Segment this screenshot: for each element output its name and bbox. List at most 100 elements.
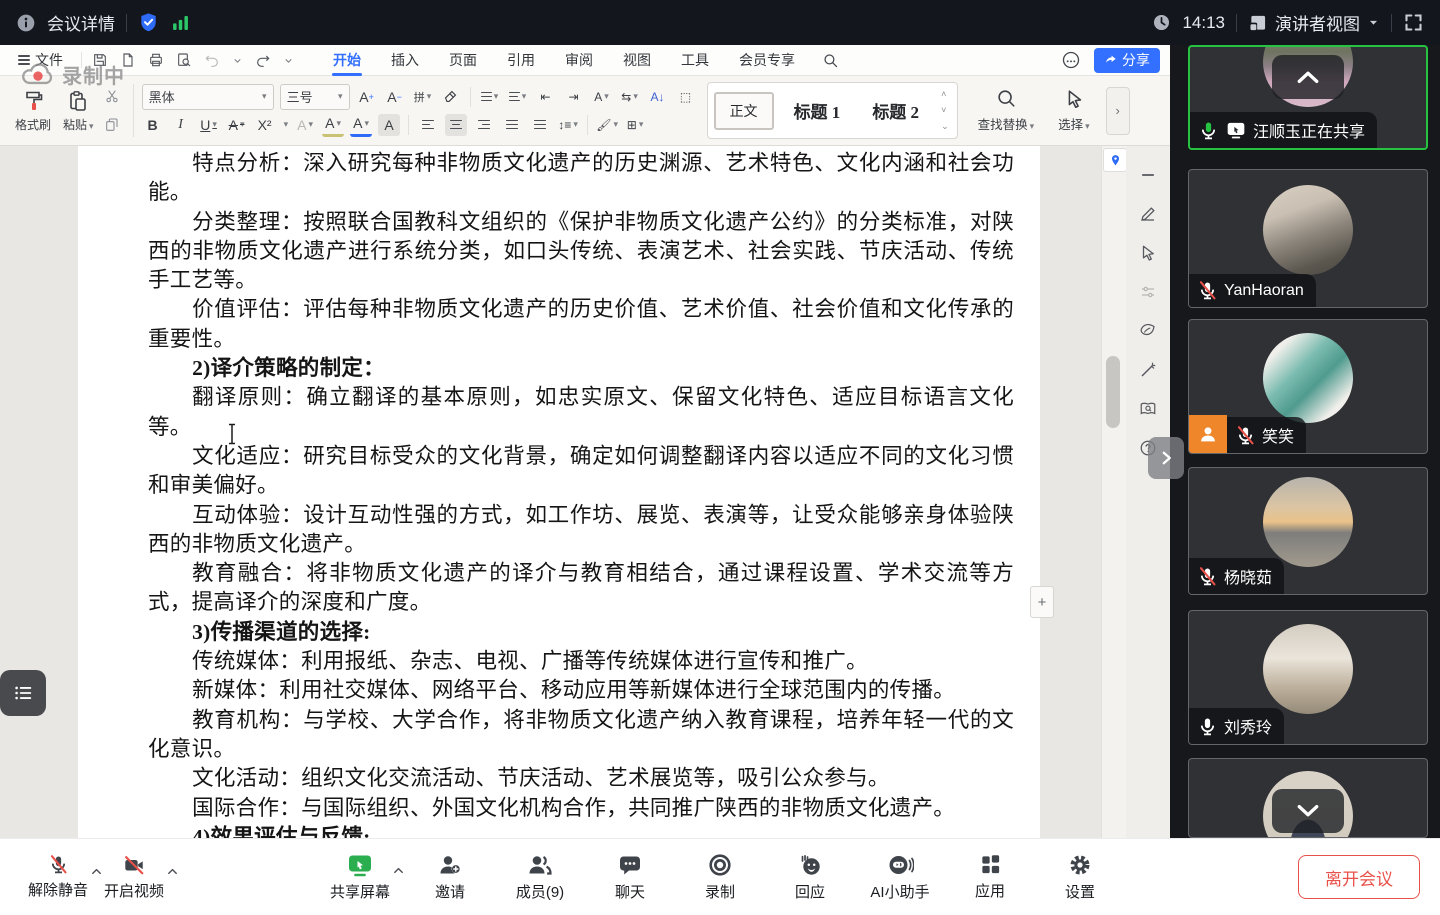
decrease-indent-button[interactable]: ⇤ xyxy=(535,86,557,108)
copy-icon[interactable] xyxy=(104,117,120,133)
toolbar-mic-muted-button[interactable]: 解除静音 xyxy=(20,854,96,900)
participant-tile-YanHaoran[interactable]: YanHaoran xyxy=(1188,169,1428,308)
ribbon-expand-button[interactable]: › xyxy=(1106,87,1130,135)
phonetic-guide-button[interactable]: 拼▾ xyxy=(412,86,434,108)
annotate-pen-icon[interactable] xyxy=(1139,205,1157,223)
minimize-icon[interactable] xyxy=(1139,166,1157,184)
shield-check-icon[interactable] xyxy=(138,12,159,33)
more-options-icon[interactable] xyxy=(1058,49,1084,71)
bullet-list-button[interactable]: ▾ xyxy=(479,86,501,108)
toolbar-invite-button[interactable]: 邀请 xyxy=(412,853,488,902)
export-icon[interactable] xyxy=(120,52,136,68)
participant-tile-杨晓茹[interactable]: 杨晓茹 xyxy=(1188,467,1428,595)
collapse-videos-button[interactable] xyxy=(1272,55,1344,99)
print-icon[interactable] xyxy=(148,52,164,68)
signal-bars-icon[interactable] xyxy=(170,12,191,33)
underline-button[interactable]: U▾ xyxy=(198,114,220,136)
highlight-button[interactable]: A▾ xyxy=(322,112,344,137)
tab-审阅[interactable]: 审阅 xyxy=(552,46,606,74)
participant-tile-刘秀玲[interactable]: 刘秀玲 xyxy=(1188,610,1428,745)
scrollbar-thumb[interactable] xyxy=(1106,356,1120,428)
caret-up-icon[interactable] xyxy=(391,863,406,878)
toolbar-members-button[interactable]: 成员(9) xyxy=(502,853,578,902)
locate-pin-button[interactable] xyxy=(1103,148,1127,172)
view-mode-selector[interactable]: 演讲者视图 xyxy=(1248,10,1380,35)
tab-引用[interactable]: 引用 xyxy=(494,46,548,74)
increase-indent-button[interactable]: ⇥ xyxy=(563,86,585,108)
align-left-button[interactable] xyxy=(417,114,439,136)
fullscreen-icon[interactable] xyxy=(1403,12,1424,33)
print-preview-icon[interactable] xyxy=(176,52,192,68)
case-change-button[interactable]: ⇆▾ xyxy=(619,86,641,108)
redo-icon[interactable] xyxy=(255,52,271,68)
scroll-videos-down-button[interactable] xyxy=(1272,789,1344,833)
shading-button[interactable]: 🖌▾ xyxy=(596,114,618,136)
toolbar-screen-share-button[interactable]: 共享屏幕 xyxy=(322,853,398,902)
smart-tools-icon[interactable] xyxy=(1139,361,1157,379)
adjust-sliders-icon[interactable] xyxy=(1139,283,1157,301)
cut-icon[interactable] xyxy=(104,88,120,104)
find-replace-button[interactable]: 查找替换▾ xyxy=(966,80,1047,141)
tab-会员专享[interactable]: 会员专享 xyxy=(726,46,808,74)
undo-icon[interactable] xyxy=(204,52,220,68)
tab-开始[interactable]: 开始 xyxy=(320,46,374,74)
strikethrough-button[interactable]: A▾ xyxy=(226,114,248,136)
undo-caret-icon[interactable] xyxy=(232,55,243,66)
tab-工具[interactable]: 工具 xyxy=(668,46,722,74)
align-center-button[interactable] xyxy=(445,114,467,136)
caret-down-icon[interactable] xyxy=(283,55,294,66)
select-cursor-icon[interactable] xyxy=(1139,244,1157,262)
dictionary-search-icon[interactable] xyxy=(1139,400,1157,418)
line-spacing-button[interactable]: ↕≡▾ xyxy=(557,114,579,136)
font-color-button[interactable]: A▾ xyxy=(350,112,372,137)
decrease-font-button[interactable]: A− xyxy=(384,86,406,108)
sidebar-collapse-handle[interactable] xyxy=(1148,437,1184,479)
char-shading-button[interactable]: A xyxy=(378,114,400,136)
tab-插入[interactable]: 插入 xyxy=(378,46,432,74)
quick-insert-button[interactable]: + xyxy=(1030,586,1054,618)
font-name-combo[interactable]: 黑体▾ xyxy=(142,84,274,110)
superscript-button[interactable]: X² xyxy=(254,114,276,136)
bold-button[interactable]: B xyxy=(142,114,164,136)
paste-button[interactable]: 粘贴▾ xyxy=(58,80,99,141)
meeting-details-link[interactable]: 会议详情 xyxy=(47,10,115,35)
vertical-scrollbar[interactable] xyxy=(1101,146,1126,838)
font-size-combo[interactable]: 三号▾ xyxy=(280,84,350,110)
increase-font-button[interactable]: A+ xyxy=(356,86,378,108)
tab-视图[interactable]: 视图 xyxy=(610,46,664,74)
toolbar-ai-assistant-button[interactable]: AI小助手 xyxy=(862,853,938,902)
format-painter-button[interactable]: 格式刷 xyxy=(10,80,56,141)
toolbar-apps-button[interactable]: 应用 xyxy=(952,853,1028,901)
align-right-button[interactable] xyxy=(473,114,495,136)
caret-up-icon[interactable] xyxy=(165,864,180,879)
eco-reader-icon[interactable] xyxy=(1139,322,1157,340)
file-menu-button[interactable]: 文件 xyxy=(10,50,71,70)
info-icon[interactable] xyxy=(16,13,36,33)
text-effects-button[interactable]: A▾ xyxy=(591,86,613,108)
toolbar-camera-muted-button[interactable]: 开启视频 xyxy=(96,854,172,901)
toolbar-record-button[interactable]: 录制 xyxy=(682,853,758,902)
style-正文[interactable]: 正文 xyxy=(714,92,774,130)
tab-页面[interactable]: 页面 xyxy=(436,46,490,74)
justify-button[interactable] xyxy=(501,114,523,136)
style-标题 1[interactable]: 标题 1 xyxy=(782,90,853,131)
toolbar-reaction-button[interactable]: 回应 xyxy=(772,853,848,902)
document-page[interactable]: 特点分析：深入研究每种非物质文化遗产的历史渊源、艺术特色、文化内涵和社会功能。分… xyxy=(78,146,1040,838)
distribute-button[interactable] xyxy=(529,114,551,136)
participant-tile-笑笑[interactable]: 笑笑 xyxy=(1188,319,1428,454)
styles-scroll-arrows[interactable]: ˄˅⌄ xyxy=(941,89,951,132)
sort-button[interactable]: A↓ xyxy=(647,86,669,108)
italic-button[interactable]: I xyxy=(170,114,192,136)
participant-tile-汪顺玉正在共享[interactable]: 汪顺玉正在共享 xyxy=(1188,45,1428,150)
toolbar-chat-button[interactable]: 聊天 xyxy=(592,853,668,902)
share-button[interactable]: 分享 xyxy=(1094,48,1160,73)
leave-meeting-button[interactable]: 离开会议 xyxy=(1298,855,1420,899)
toolbar-settings-button[interactable]: 设置 xyxy=(1042,853,1118,902)
borders-button[interactable]: ⊞▾ xyxy=(624,114,646,136)
text-outline-button[interactable]: A▾ xyxy=(294,114,316,136)
search-icon[interactable] xyxy=(822,52,839,69)
clear-format-icon[interactable] xyxy=(440,86,462,108)
page-setup-button[interactable]: ⬚ xyxy=(675,86,697,108)
numbered-list-button[interactable]: ▾ xyxy=(507,86,529,108)
floating-list-button[interactable] xyxy=(0,670,46,716)
